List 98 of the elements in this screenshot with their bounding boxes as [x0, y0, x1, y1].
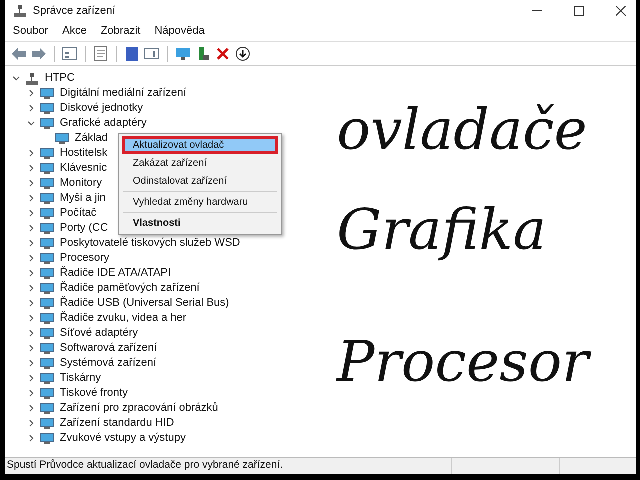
status-text: Spustí Průvodce aktualizací ovladače pro vybrané zařízení. [6, 458, 284, 474]
collapsed-chevron-icon[interactable] [28, 300, 35, 307]
sheet-icon[interactable] [93, 46, 109, 62]
close-icon[interactable] [616, 6, 626, 16]
device-icon [40, 162, 54, 174]
view-icon[interactable] [144, 46, 160, 62]
tree-item[interactable]: Hostitelsk [60, 145, 108, 162]
device-icon [40, 312, 54, 324]
tree-item[interactable]: Tiskové fronty [60, 385, 128, 402]
device-icon [40, 88, 54, 100]
device-icon [40, 372, 54, 384]
tree-item[interactable]: Síťové adaptéry [60, 325, 138, 342]
collapsed-chevron-icon[interactable] [28, 330, 35, 337]
tree-item[interactable]: Digitální mediální zařízení [60, 85, 187, 102]
menu-item[interactable]: Aktualizovat ovladač [122, 136, 278, 154]
tree-item[interactable]: Grafické adaptéry [60, 115, 147, 132]
collapsed-chevron-icon[interactable] [28, 90, 35, 97]
collapsed-chevron-icon[interactable] [28, 435, 35, 442]
collapsed-chevron-icon[interactable] [28, 105, 35, 112]
expanded-chevron-icon[interactable] [28, 120, 35, 127]
collapsed-chevron-icon[interactable] [28, 420, 35, 427]
menu-item[interactable]: Zakázat zařízení [122, 154, 278, 172]
device-icon [40, 268, 54, 280]
collapsed-chevron-icon[interactable] [28, 180, 35, 187]
tree-item[interactable]: HTPC [45, 70, 75, 87]
device-icon [40, 252, 54, 264]
device-icon [40, 358, 54, 370]
tree-item[interactable]: Zařízení pro zpracování obrázků [60, 400, 218, 417]
tree-item[interactable]: Porty (CC [60, 220, 108, 237]
menu-item[interactable]: Odinstalovat zařízení [122, 172, 278, 190]
remove-icon[interactable] [215, 46, 231, 62]
collapsed-chevron-icon[interactable] [28, 150, 35, 157]
tree-item[interactable]: Myši a jin [60, 190, 106, 207]
collapsed-chevron-icon[interactable] [28, 270, 35, 277]
app-icon [13, 4, 27, 18]
tree-item[interactable]: Tiskárny [60, 370, 102, 387]
tree-item[interactable]: Systémová zařízení [60, 355, 157, 372]
collapsed-chevron-icon[interactable] [28, 405, 35, 412]
collapsed-chevron-icon[interactable] [28, 210, 35, 217]
device-icon [40, 282, 54, 294]
collapsed-chevron-icon[interactable] [28, 165, 35, 172]
device-icon [40, 102, 54, 114]
download-circle-icon[interactable] [235, 46, 251, 62]
forward-arrow-icon[interactable] [31, 46, 47, 62]
tree-item[interactable]: Řadiče zvuku, videa a her [60, 310, 187, 327]
tree-item[interactable]: Řadiče IDE ATA/ATAPI [60, 265, 172, 282]
collapsed-chevron-icon[interactable] [28, 240, 35, 247]
tree-item[interactable]: Zvukové vstupy a výstupy [60, 430, 186, 447]
device-icon [40, 178, 54, 190]
handwritten-note: Grafika [337, 197, 548, 265]
back-arrow-icon[interactable] [11, 46, 27, 62]
collapsed-chevron-icon[interactable] [28, 390, 35, 397]
device-icon [40, 402, 54, 414]
collapsed-chevron-icon[interactable] [28, 375, 35, 382]
collapsed-chevron-icon[interactable] [28, 255, 35, 262]
device-icon [40, 118, 54, 130]
device-icon [40, 148, 54, 160]
device-icon [40, 418, 54, 430]
collapsed-chevron-icon[interactable] [28, 315, 35, 322]
device-icon [40, 432, 54, 444]
collapsed-chevron-icon[interactable] [28, 195, 35, 202]
device-icon [40, 342, 54, 354]
collapsed-chevron-icon[interactable] [28, 225, 35, 232]
collapsed-chevron-icon[interactable] [28, 360, 35, 367]
device-icon [40, 208, 54, 220]
menu-item[interactable]: Vyhledat změny hardwaru [122, 193, 278, 211]
collapsed-chevron-icon[interactable] [28, 285, 35, 292]
menu-item[interactable]: Nápověda [154, 23, 205, 40]
device-icon [40, 328, 54, 340]
tree-item[interactable]: Řadiče USB (Universal Serial Bus) [60, 295, 230, 312]
tree-item[interactable]: Klávesnic [60, 160, 108, 177]
handwritten-note: ovladače [337, 97, 588, 165]
monitor-icon[interactable] [175, 46, 191, 62]
tree-item[interactable]: Základ [75, 130, 108, 147]
tree-item[interactable]: Řadiče paměťových zařízení [60, 280, 200, 297]
tree-item[interactable]: Zařízení standardu HID [60, 415, 174, 432]
tree-item[interactable]: Poskytovatelé tiskových služeb WSD [60, 235, 240, 252]
collapsed-chevron-icon[interactable] [28, 345, 35, 352]
device-icon [40, 388, 54, 400]
tree-item[interactable]: Softwarová zařízení [60, 340, 158, 357]
computer-tower-icon [25, 72, 39, 86]
device-icon [40, 222, 54, 234]
tree-item[interactable]: Diskové jednotky [60, 100, 144, 117]
menu-item[interactable]: Zobrazit [100, 23, 141, 40]
window-title: Správce zařízení [33, 4, 116, 19]
menu-item[interactable]: Vlastnosti [122, 214, 278, 232]
device-icon [55, 132, 69, 144]
menu-item[interactable]: Akce [62, 23, 87, 40]
properties-icon[interactable] [62, 46, 78, 62]
device-icon [40, 192, 54, 204]
device-icon [40, 238, 54, 250]
menu-item[interactable]: Soubor [13, 23, 48, 40]
maximize-icon[interactable] [574, 6, 584, 16]
tree-item[interactable]: Monitory [60, 175, 102, 192]
expanded-chevron-icon[interactable] [13, 75, 20, 82]
tree-item[interactable]: Počítač [60, 205, 97, 222]
device-icon [40, 298, 54, 310]
tree-item[interactable]: Procesory [60, 250, 110, 267]
